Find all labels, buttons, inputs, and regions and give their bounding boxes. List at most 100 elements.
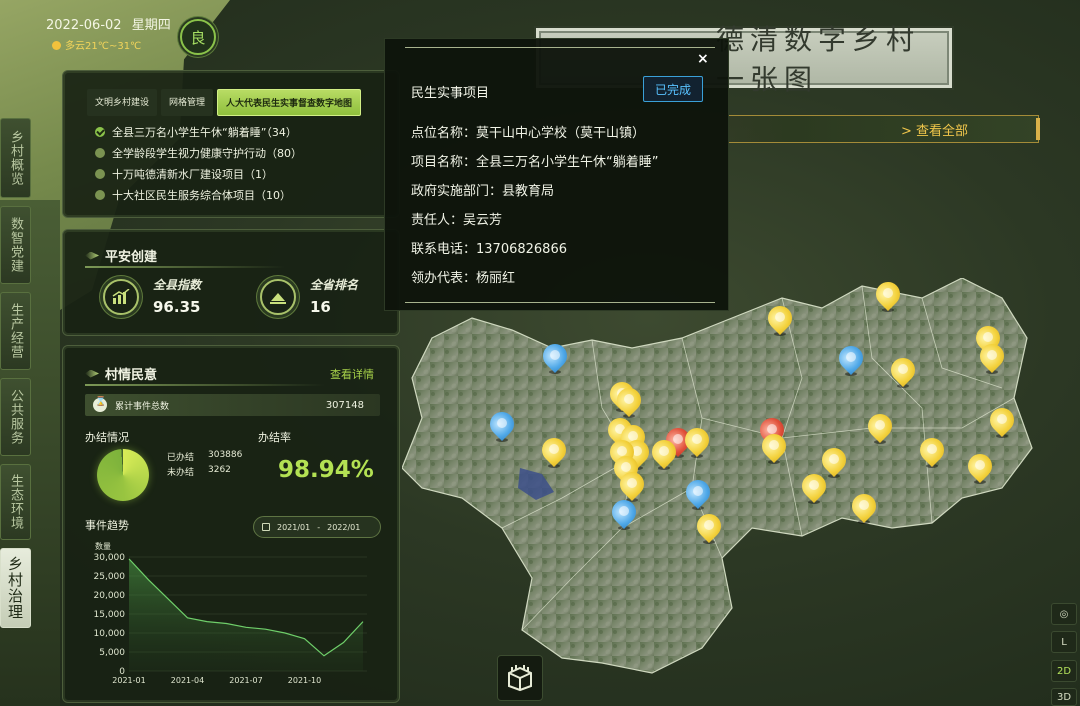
map-pin-yellow[interactable] [963,449,997,486]
dot-icon [95,147,105,158]
list-item[interactable]: 十万吨德清新水厂建设项目（1） [95,163,395,184]
map-pin-yellow[interactable] [692,509,726,546]
map-pin-yellow[interactable] [537,433,571,470]
map-pin-yellow[interactable] [871,277,905,314]
nav-item-overview[interactable]: 乡村概览 [0,118,31,198]
map-pin-yellow[interactable] [763,301,797,338]
map-pin-yellow[interactable] [847,489,881,526]
layer-l-button[interactable]: L [1051,631,1077,653]
map-pin-yellow[interactable] [863,409,897,446]
handling-title: 办结情况 [85,431,129,444]
pin-dot [767,424,777,434]
pin-dot [846,352,856,362]
status-badge: 已完成 [643,76,703,102]
safety-section-title: 平安创建 [85,246,157,265]
weather-text: 多云21℃~31℃ [65,41,142,52]
map-pin-yellow[interactable] [985,403,1019,440]
village-section-title: 村情民意 [85,364,157,383]
done-value: 303886 [208,450,243,460]
title-underline [85,384,325,386]
view-2d-button[interactable]: 2D [1051,660,1077,682]
y-tick-label: 30,000 [94,553,126,563]
pin-dot [987,350,997,360]
map-pin-blue[interactable] [538,339,572,376]
completion-rate: 98.94% [278,457,374,483]
dot-icon [95,189,105,200]
tab-grid-management[interactable]: 网格管理 [161,89,214,116]
site-name-row: 点位名称：莫干山中心学校（莫干山镇） [411,126,646,141]
province-rank-value: 16 [310,298,331,316]
pin-dot [693,486,703,496]
list-item[interactable]: 十大社区民生服务综合体项目（10） [95,184,395,205]
pin-dot [829,454,839,464]
x-tick-label: 2021-07 [229,676,262,685]
representative-row: 领办代表：杨丽红 [411,271,516,286]
air-quality-badge: 良 [180,19,216,55]
pin-dot [704,520,714,530]
pin-dot [883,288,893,298]
y-tick-label: 5,000 [99,648,125,658]
y-tick-label: 25,000 [94,572,126,582]
pin-dot [809,480,819,490]
map-pin-blue[interactable] [485,407,519,444]
total-events-label: 累计事件总数 [115,401,170,412]
pin-dot [619,506,629,516]
toolbox-button[interactable] [497,655,543,701]
box-icon [508,665,532,692]
nav-item-governance[interactable]: 乡村治理 [0,548,31,628]
nav-item-public-service[interactable]: 公共服务 [0,378,31,456]
owner-row: 责任人：吴云芳 [411,213,503,228]
pin-dot [621,462,631,472]
done-label: 已办结 [167,453,195,463]
tab-civilized-village[interactable]: 文明乡村建设 [87,89,158,116]
map-pin-yellow[interactable] [797,469,831,506]
list-item[interactable]: 全学龄段学生视力健康守护行动（80） [95,142,395,163]
map-pin-blue[interactable] [681,475,715,512]
map-pin-yellow[interactable] [886,353,920,390]
rate-title: 办结率 [258,431,291,444]
dot-icon [95,168,105,179]
y-tick-label: 20,000 [94,591,126,601]
view-all-button[interactable]: > 查看全部 [729,115,1040,143]
calendar-icon [262,523,270,531]
map-pin-yellow[interactable] [757,429,791,466]
title-deco-icon [85,369,99,378]
x-tick-label: 2021-10 [288,676,321,685]
nav-item-party-building[interactable]: 数智党建 [0,206,31,284]
nav-item-ecology[interactable]: 生态环境 [0,464,31,540]
map-terrain [401,277,1033,674]
county-index-value: 96.35 [153,298,201,316]
safety-panel: 平安创建 全县指数 96.35 全省排名 16 [62,229,400,336]
map-pin-yellow[interactable] [975,339,1009,376]
county-map[interactable] [401,277,1042,678]
title-deco-icon [85,251,99,260]
project-tabs: 文明乡村建设 网格管理 人大代表民生实事督查数字地图 [87,89,362,116]
x-tick-label: 2021-04 [171,676,204,685]
map-pin-yellow[interactable] [680,423,714,460]
view-3d-button[interactable]: 3D [1051,688,1077,706]
province-rank-label: 全省排名 [310,278,359,292]
y-tick-label: 15,000 [94,610,126,620]
map-pin-yellow[interactable] [915,433,949,470]
tab-deputy-supervision-map[interactable]: 人大代表民生实事督查数字地图 [217,89,362,116]
close-icon[interactable]: × [697,51,709,67]
popup-title: 民生实事项目 [411,86,490,101]
project-list: 全县三万名小学生午休“躺着睡”（34） 全学龄段学生视力健康守护行动（80） 十… [95,121,395,205]
map-pin-blue[interactable] [834,341,868,378]
map-pin-yellow[interactable] [612,383,646,420]
map-pin-blue[interactable] [607,495,641,532]
ranking-icon [260,279,296,315]
county-index-label: 全县指数 [153,278,202,292]
popup-divider [405,47,715,48]
nav-item-production[interactable]: 生产经营 [0,292,31,370]
map-pin-yellow[interactable] [647,435,681,472]
pin-dot [627,478,637,488]
pin-dot [975,460,985,470]
total-events-bar: 累计事件总数 307148 [85,394,380,416]
pin-dot [550,350,560,360]
compass-button[interactable]: ◎ [1051,603,1077,625]
view-details-link[interactable]: 查看详情 [330,366,374,382]
check-icon [95,126,105,137]
pin-dot [859,500,869,510]
list-item[interactable]: 全县三万名小学生午休“躺着睡”（34） [95,121,395,142]
